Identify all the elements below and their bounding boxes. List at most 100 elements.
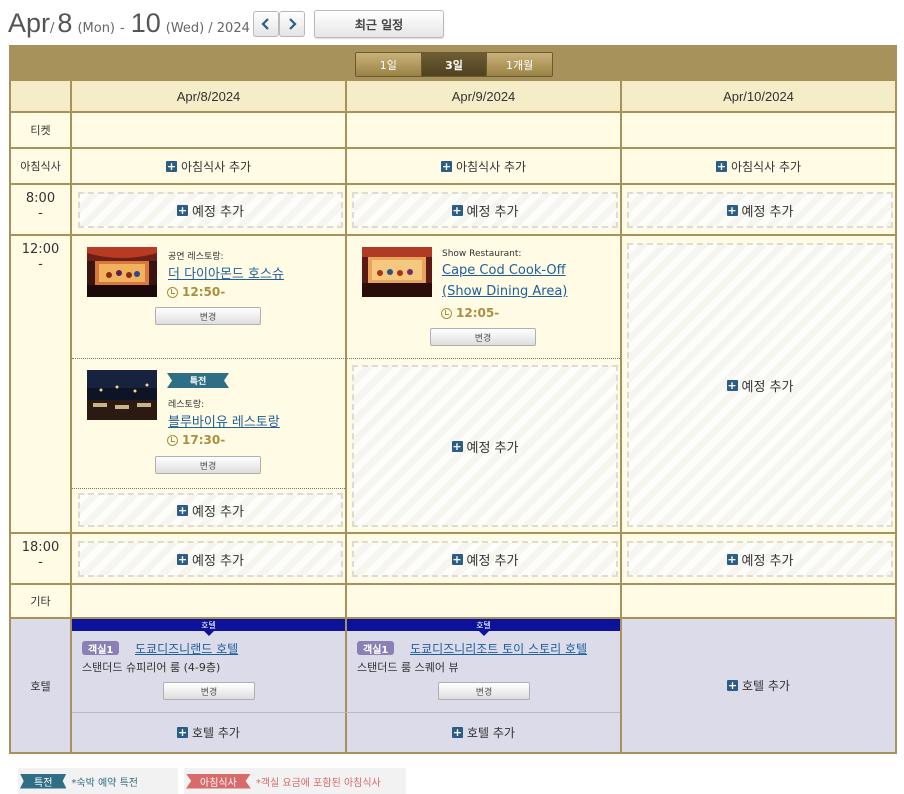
prev-button[interactable]	[253, 11, 279, 37]
clock-icon	[167, 286, 178, 298]
plus-icon: +	[177, 203, 188, 217]
add-plan-12pm-day3[interactable]: + 예정 추가	[627, 243, 893, 527]
plus-icon: +	[451, 203, 463, 217]
event-photo-blue-bayou[interactable]	[87, 370, 157, 420]
corner-cell	[11, 81, 70, 111]
plus-icon: +	[715, 159, 727, 173]
divider	[72, 712, 620, 713]
add-breakfast-label: 아침식사 추가	[730, 159, 802, 174]
event-name-link[interactable]: Cape Cod Cook-Off	[442, 263, 566, 278]
add-plan-label: 예정 추가	[466, 440, 519, 456]
recent-schedule-button[interactable]: 최근 일정	[314, 10, 444, 38]
event-photo-cape-cod[interactable]	[362, 247, 432, 297]
event-name-link-line2[interactable]: (Show Dining Area)	[442, 284, 567, 299]
next-button[interactable]	[279, 11, 305, 37]
hotel-name-link[interactable]: 도쿄디즈니랜드 호텔	[135, 640, 238, 657]
other-label: 기타	[30, 595, 51, 608]
room-badge: 객실1	[82, 641, 120, 656]
change-button[interactable]: 변경	[155, 307, 261, 325]
time-label: 8:00	[25, 191, 56, 206]
add-plan-label: 예정 추가	[466, 204, 519, 220]
tab-3day[interactable]: 3일	[421, 53, 488, 76]
time-label: 12:00	[21, 242, 60, 257]
add-breakfast-day1[interactable]: + 아침식사 추가	[72, 149, 345, 183]
column-header-day3: Apr/10/2024	[622, 81, 895, 111]
add-plan-label: 예정 추가	[466, 553, 519, 569]
add-plan-8am-day3[interactable]: + 예정 추가	[627, 192, 893, 228]
change-button[interactable]: 변경	[155, 456, 261, 474]
column-header-day1: Apr/8/2024	[72, 81, 345, 111]
add-plan-label: 예정 추가	[741, 204, 794, 220]
restaurant-image	[87, 370, 157, 420]
date-range-title: Apr / 8 (Mon) - 10 (Wed) / 2024	[8, 8, 250, 40]
other-cell-day3	[622, 585, 895, 617]
add-hotel-day3[interactable]: + 호텔 추가	[622, 619, 895, 752]
add-breakfast-label: 아침식사 추가	[180, 159, 252, 174]
add-plan-label: 예정 추가	[192, 504, 244, 520]
row-label-other: 기타	[11, 585, 70, 617]
row-label-8am: 8:00 -	[11, 185, 70, 234]
room-badge: 객실1	[357, 641, 395, 656]
event-time-text: 12:50-	[182, 285, 226, 299]
add-hotel-label: 호텔 추가	[192, 725, 240, 740]
tab-1month[interactable]: 1개월	[487, 53, 552, 76]
event-type: Show Restaurant:	[442, 249, 522, 259]
time-dash: -	[38, 555, 43, 570]
ticket-cell-day3	[622, 113, 895, 147]
show-stage-image	[87, 247, 157, 297]
add-hotel-day1[interactable]: + 호텔 추가	[72, 722, 345, 742]
change-button[interactable]: 변경	[163, 682, 255, 700]
year: / 2024	[208, 21, 250, 36]
event-name-link[interactable]: 더 다이아몬드 호스슈	[168, 263, 284, 282]
add-breakfast-day3[interactable]: + 아침식사 추가	[622, 149, 895, 183]
chevron-left-icon	[261, 18, 269, 30]
row-label-12pm: 12:00 -	[11, 236, 70, 532]
event-name-link[interactable]: 블루바이유 레스토랑	[168, 411, 280, 430]
change-button[interactable]: 변경	[438, 682, 530, 700]
add-breakfast-label: 아침식사 추가	[455, 159, 527, 174]
time-dash: -	[38, 257, 43, 272]
hotel-label: 호텔	[30, 679, 51, 693]
event-time: 12:50-	[167, 285, 225, 299]
add-plan-6pm-day1[interactable]: + 예정 추가	[78, 541, 343, 577]
plus-icon: +	[177, 503, 188, 517]
hotel-bar: 호텔	[72, 619, 345, 636]
other-cell-day2	[347, 585, 620, 617]
add-plan-8am-day1[interactable]: + 예정 추가	[78, 192, 343, 228]
range-dash: -	[120, 21, 125, 36]
add-plan-8am-day2[interactable]: + 예정 추가	[352, 192, 618, 228]
add-hotel-label: 호텔 추가	[467, 725, 515, 740]
perk-legend-text: *숙박 예약 특전	[71, 777, 138, 789]
add-plan-12pm-day2[interactable]: + 예정 추가	[352, 365, 618, 527]
add-hotel-day2[interactable]: + 호텔 추가	[347, 722, 620, 742]
ticket-label: 티켓	[30, 124, 51, 137]
hotel-name-link[interactable]: 도쿄디즈니리조트 토이 스토리 호텔	[410, 640, 587, 657]
date-separator: /	[50, 21, 55, 36]
ticket-cell-day2	[347, 113, 620, 147]
tab-1day[interactable]: 1일	[356, 53, 422, 76]
add-breakfast-day2[interactable]: + 아침식사 추가	[347, 149, 620, 183]
time-dash: -	[38, 206, 43, 221]
add-plan-6pm-day2[interactable]: + 예정 추가	[352, 541, 618, 577]
event-photo-diamond-horseshoe[interactable]	[87, 247, 157, 297]
event-time: 17:30-	[167, 433, 225, 447]
change-button[interactable]: 변경	[430, 328, 536, 346]
plus-icon: +	[451, 439, 463, 453]
add-plan-12pm-day1[interactable]: + 예정 추가	[78, 493, 343, 527]
event-time-text: 17:30-	[182, 433, 226, 447]
legend-perk: 특전 *숙박 예약 특전	[18, 768, 178, 794]
plus-icon: +	[726, 552, 738, 566]
legend-breakfast: 아침식사 *객실 요금에 포함된 아침식사	[184, 768, 406, 794]
add-plan-label: 예정 추가	[741, 553, 794, 569]
row-label-breakfast: 아침식사	[11, 149, 70, 183]
start-day: 8	[57, 8, 73, 38]
add-plan-label: 예정 추가	[741, 379, 794, 395]
divider	[72, 488, 345, 489]
add-plan-6pm-day3[interactable]: + 예정 추가	[627, 541, 893, 577]
start-month: Apr	[8, 8, 51, 38]
plus-icon: +	[177, 725, 188, 739]
plus-icon: +	[165, 159, 177, 173]
clock-icon	[167, 434, 178, 446]
other-cell-day1	[72, 585, 345, 617]
hotel-bar: 호텔	[347, 619, 620, 636]
